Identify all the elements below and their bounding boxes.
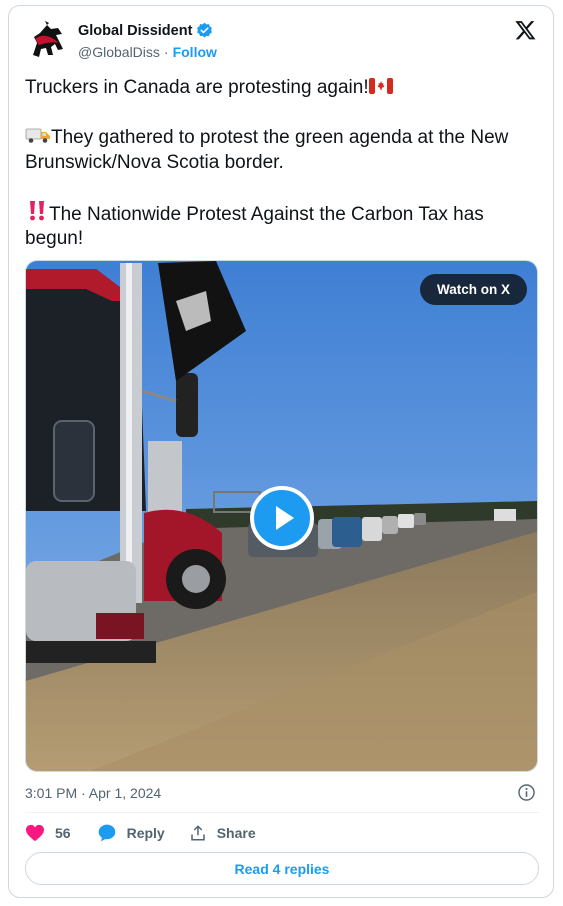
tweet-line-3: The Nationwide Protest Against the Carbo… — [25, 200, 540, 252]
author-display-name[interactable]: Global Dissident — [78, 23, 192, 39]
tweet-text: Truckers in Canada are protesting again!… — [25, 76, 540, 252]
author-handle[interactable]: @GlobalDiss — [78, 44, 160, 60]
separator-dot: · — [163, 44, 169, 60]
double-exclamation-icon — [30, 200, 44, 220]
watch-on-x-button[interactable]: Watch on X — [420, 274, 527, 305]
tweet-actions: 56 Reply Share — [25, 822, 256, 844]
x-logo-icon[interactable] — [514, 19, 537, 41]
tweet-line-1: Truckers in Canada are protesting again! — [25, 76, 540, 101]
share-label: Share — [216, 825, 256, 841]
author-avatar[interactable] — [25, 19, 71, 65]
like-button[interactable]: 56 — [25, 824, 71, 842]
play-button[interactable] — [250, 486, 314, 550]
follow-button[interactable]: Follow — [173, 44, 217, 60]
read-replies-button[interactable]: Read 4 replies — [25, 852, 539, 885]
canada-flag-icon — [368, 78, 393, 94]
video-player[interactable]: Watch on X — [25, 260, 538, 772]
play-icon — [276, 506, 294, 530]
verified-badge-icon — [197, 22, 213, 38]
horse-logo-icon — [25, 19, 71, 65]
delivery-truck-icon — [25, 128, 50, 143]
reply-label: Reply — [126, 825, 165, 841]
tweet-timestamp[interactable]: 3:01 PM · Apr 1, 2024 — [25, 785, 161, 801]
divider — [25, 812, 539, 813]
reply-bubble-icon — [98, 824, 115, 842]
tweet-line-2: They gathered to protest the green agend… — [25, 127, 514, 173]
reply-button[interactable]: Reply — [97, 823, 165, 843]
info-icon[interactable] — [517, 783, 536, 802]
heart-icon — [26, 824, 44, 842]
like-count: 56 — [55, 825, 71, 841]
author-handle-row: @GlobalDiss · Follow — [78, 44, 217, 60]
share-button[interactable]: Share — [189, 824, 256, 842]
author-name-row: Global Dissident — [78, 22, 213, 39]
share-icon — [190, 825, 205, 841]
